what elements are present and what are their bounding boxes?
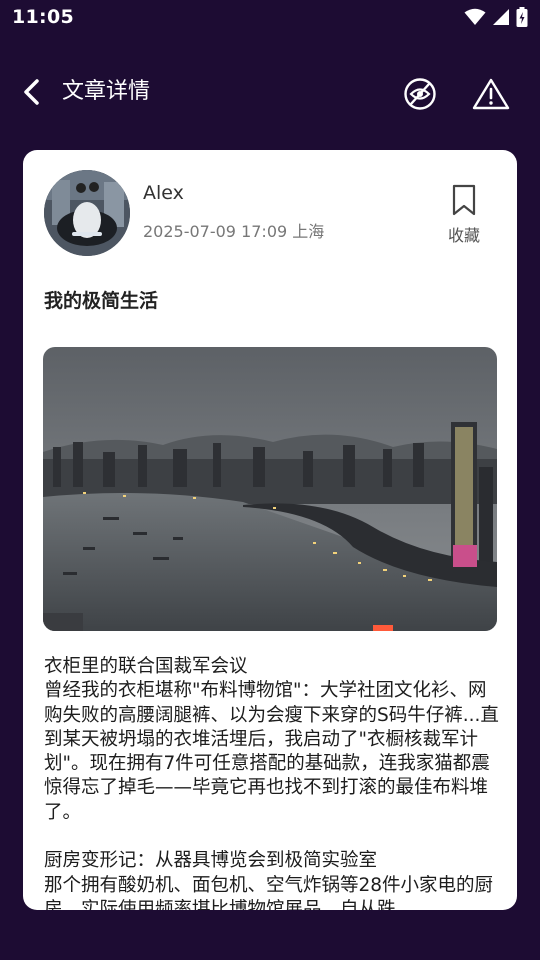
section-heading: 衣柜里的联合国裁军会议 <box>44 656 248 677</box>
city-harbor-photo <box>43 347 497 631</box>
author-name[interactable]: Alex <box>143 182 184 204</box>
chevron-left-icon <box>24 79 39 105</box>
article-section: 衣柜里的联合国裁军会议 曾经我的衣柜堪称"布料博物馆"：大学社团文化衫、网购失败… <box>44 655 504 825</box>
avatar[interactable] <box>44 170 130 256</box>
article-body: 衣柜里的联合国裁军会议 曾经我的衣柜堪称"布料博物馆"：大学社团文化衫、网购失败… <box>44 655 504 910</box>
section-text: 曾经我的衣柜堪称"布料博物馆"：大学社团文化衫、网购失败的高腰阔腿裤、以为会瘦下… <box>44 680 499 823</box>
hide-post-button[interactable] <box>398 72 442 116</box>
post-location: 上海 <box>292 222 325 241</box>
section-text: 那个拥有酸奶机、面包机、空气炸锅等28件小家电的厨房，实际使用频率堪比博物馆展品… <box>44 874 494 910</box>
signal-icon <box>493 9 509 25</box>
battery-icon <box>516 7 528 27</box>
article-image[interactable] <box>43 347 497 631</box>
bookmark-button[interactable]: 收藏 <box>443 184 485 246</box>
back-button[interactable] <box>12 72 52 112</box>
article-title: 我的极简生活 <box>44 290 159 312</box>
status-time: 11:05 <box>12 6 74 28</box>
post-datetime: 2025-07-09 17:09 <box>143 222 288 241</box>
wifi-icon <box>464 8 486 25</box>
status-bar: 11:05 <box>0 0 540 34</box>
article-section: 厨房变形记：从器具博览会到极简实验室 那个拥有酸奶机、面包机、空气炸锅等28件小… <box>44 849 504 910</box>
page-title: 文章详情 <box>62 79 151 104</box>
report-button[interactable] <box>469 72 513 116</box>
bookmark-label: 收藏 <box>447 226 480 245</box>
bookmark-icon <box>452 184 476 216</box>
article-card: Alex 2025-07-09 17:09 上海 收藏 我的极简生活 衣柜里的联… <box>23 150 517 910</box>
section-heading: 厨房变形记：从器具博览会到极简实验室 <box>44 850 378 872</box>
warning-triangle-icon <box>472 78 510 110</box>
status-icons <box>464 6 528 28</box>
post-meta: 2025-07-09 17:09 上海 <box>143 218 324 242</box>
eye-off-icon <box>404 78 436 110</box>
avatar-image <box>44 170 130 256</box>
app-bar: 文章详情 <box>0 60 540 124</box>
